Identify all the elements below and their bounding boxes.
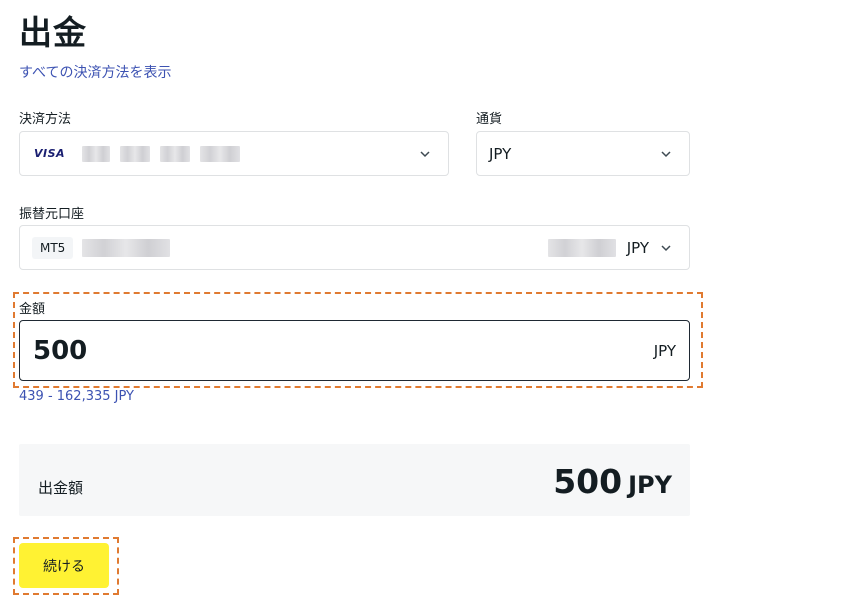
withdrawal-page: 出金 すべての決済方法を表示 決済方法 VISA 通貨 JPY 振替元口座 MT… bbox=[0, 0, 844, 600]
page-title: 出金 bbox=[19, 13, 87, 52]
platform-badge: MT5 bbox=[32, 236, 74, 259]
amount-label: 金額 bbox=[19, 302, 46, 317]
account-currency: JPY bbox=[626, 238, 649, 257]
continue-button[interactable]: 続ける bbox=[19, 543, 109, 588]
summary-amount-value: 500 bbox=[553, 462, 623, 501]
visa-logo-icon: VISA bbox=[34, 146, 66, 160]
amount-currency: JPY bbox=[653, 342, 676, 360]
source-account-label: 振替元口座 bbox=[19, 207, 85, 222]
masked-card-number-segment bbox=[82, 146, 110, 162]
source-account-select[interactable]: MT5 JPY bbox=[19, 225, 690, 270]
withdrawal-summary: 出金額 500 JPY bbox=[19, 444, 690, 516]
masked-account-number bbox=[82, 239, 170, 257]
masked-account-balance bbox=[548, 239, 616, 257]
payment-method-label: 決済方法 bbox=[19, 112, 72, 127]
summary-label: 出金額 bbox=[38, 479, 84, 497]
masked-card-number-segment bbox=[120, 146, 150, 162]
currency-select[interactable]: JPY bbox=[476, 131, 690, 176]
amount-input[interactable]: 500 JPY bbox=[19, 320, 690, 381]
chevron-down-icon bbox=[659, 241, 673, 255]
chevron-down-icon bbox=[659, 147, 673, 161]
currency-value: JPY bbox=[489, 144, 512, 163]
summary-amount: 500 JPY bbox=[553, 462, 672, 501]
all-payment-methods-link[interactable]: すべての決済方法を表示 bbox=[19, 62, 171, 82]
summary-amount-currency: JPY bbox=[628, 471, 672, 499]
currency-label: 通貨 bbox=[476, 112, 503, 127]
amount-value: 500 bbox=[33, 336, 88, 366]
masked-card-number-segment bbox=[200, 146, 240, 162]
masked-card-number-segment bbox=[160, 146, 190, 162]
chevron-down-icon bbox=[418, 147, 432, 161]
payment-method-select[interactable]: VISA bbox=[19, 131, 449, 176]
amount-range-hint: 439 - 162,335 JPY bbox=[19, 389, 134, 404]
